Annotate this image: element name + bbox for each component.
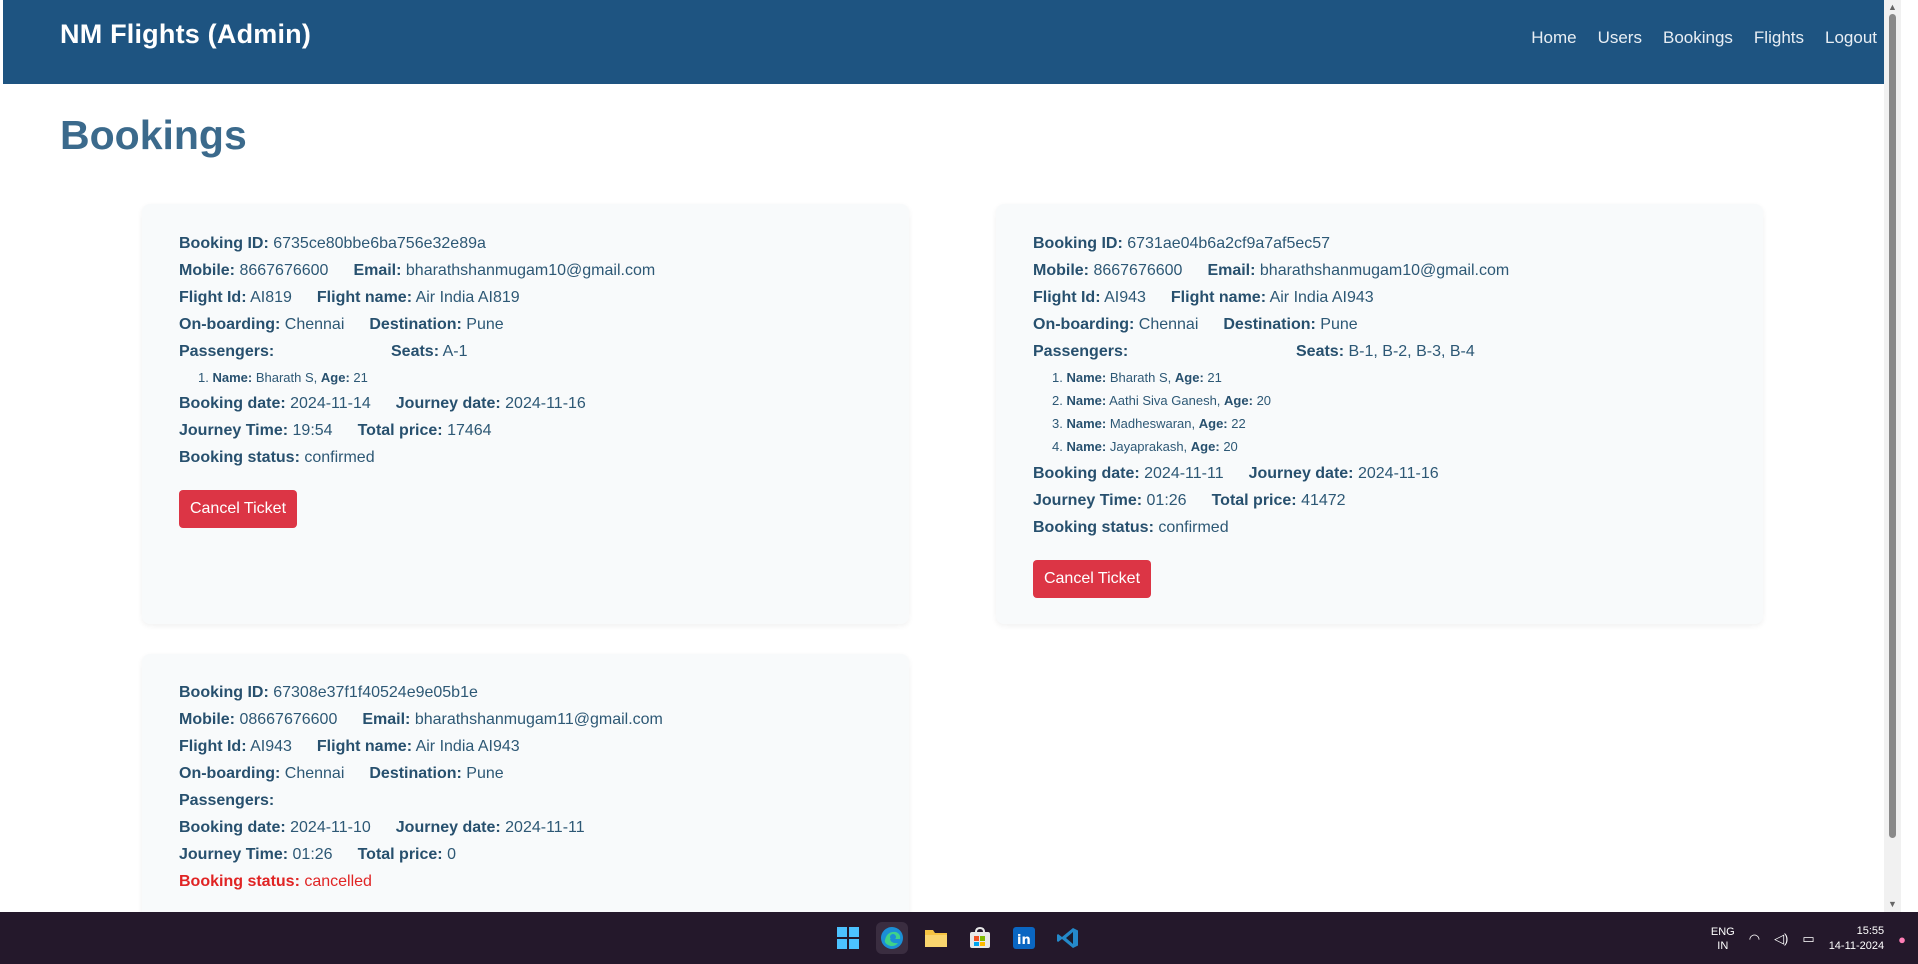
passenger-item: 2. Name: Aathi Siva Ganesh, Age: 20	[1052, 393, 1272, 408]
page-title: Bookings	[60, 112, 247, 158]
linkedin-icon[interactable]: in	[1008, 922, 1040, 954]
windows-start-icon[interactable]	[832, 922, 864, 954]
svg-text:in: in	[1017, 933, 1031, 948]
nav-bookings[interactable]: Bookings	[1663, 28, 1733, 48]
status-row: Booking status: confirmed	[1033, 519, 1229, 536]
nav-logout[interactable]: Logout	[1825, 28, 1877, 48]
taskbar-apps: in	[832, 922, 1084, 954]
passengers-row: Passengers:	[179, 792, 275, 809]
flight-row: Flight Id: AI943 Flight name: Air India A…	[1033, 289, 1374, 306]
booking-id-row: Booking ID: 67308e37f1f40524e9e05b1e	[179, 684, 478, 701]
contact-row: Mobile: 08667676600 Email: bharathshanmug…	[179, 711, 663, 728]
notification-bell-icon[interactable]: ●	[1898, 932, 1906, 947]
cancel-ticket-button[interactable]: Cancel Ticket	[1033, 560, 1151, 598]
seats-row: Seats: B-1, B-2, B-3, B-4	[1296, 343, 1475, 360]
time-price-row: Journey Time: 01:26 Total price: 41472	[1033, 492, 1346, 509]
brand-title[interactable]: NM Flights (Admin)	[60, 19, 311, 50]
windows-taskbar: in ENG IN ◠ ◁) ▭ 15:55 14-11-2024 ●	[0, 912, 1918, 964]
nav-home[interactable]: Home	[1531, 28, 1576, 48]
contact-row: Mobile: 8667676600 Email: bharathshanmuga…	[179, 262, 656, 279]
file-explorer-icon[interactable]	[920, 922, 952, 954]
scroll-up-arrow-icon[interactable]: ▲	[1887, 2, 1898, 13]
contact-row: Mobile: 8667676600 Email: bharathshanmuga…	[1033, 262, 1510, 279]
system-tray: ENG IN ◠ ◁) ▭ 15:55 14-11-2024 ●	[1711, 924, 1906, 954]
vscode-icon[interactable]	[1052, 922, 1084, 954]
booking-id-row: Booking ID: 6735ce80bbe6ba756e32e89a	[179, 235, 486, 252]
route-row: On-boarding: Chennai Destination: Pune	[1033, 316, 1358, 333]
passenger-item: 1. Name: Bharath S, Age: 21	[1052, 370, 1222, 385]
time-price-row: Journey Time: 19:54 Total price: 17464	[179, 422, 492, 439]
booking-card: Booking ID: 6735ce80bbe6ba756e32e89a Mob…	[142, 204, 909, 624]
booking-card: Booking ID: 6731ae04b6a2cf9a7af5ec57 Mob…	[996, 204, 1763, 624]
vertical-scrollbar[interactable]: ▲ ▼	[1884, 0, 1901, 912]
nav-users[interactable]: Users	[1598, 28, 1642, 48]
seats-row: Seats: A-1	[391, 343, 468, 360]
route-row: On-boarding: Chennai Destination: Pune	[179, 316, 504, 333]
time-price-row: Journey Time: 01:26 Total price: 0	[179, 846, 456, 863]
passengers-row: Passengers:	[1033, 343, 1129, 360]
volume-icon[interactable]: ◁)	[1774, 931, 1788, 947]
language-indicator[interactable]: ENG IN	[1711, 925, 1735, 953]
edge-icon[interactable]	[876, 922, 908, 954]
dates-row: Booking date: 2024-11-14 Journey date: 20…	[179, 395, 586, 412]
passenger-item: 4. Name: Jayaprakash, Age: 20	[1052, 439, 1238, 454]
store-icon[interactable]	[964, 922, 996, 954]
dates-row: Booking date: 2024-11-11 Journey date: 20…	[1033, 465, 1439, 482]
dates-row: Booking date: 2024-11-10 Journey date: 20…	[179, 819, 585, 836]
wifi-icon[interactable]: ◠	[1749, 931, 1760, 947]
passengers-row: Passengers:	[179, 343, 275, 360]
passenger-item: 1. Name: Bharath S, Age: 21	[198, 370, 368, 385]
battery-icon[interactable]: ▭	[1802, 931, 1814, 947]
status-row: Booking status: confirmed	[179, 449, 375, 466]
route-row: On-boarding: Chennai Destination: Pune	[179, 765, 504, 782]
passenger-item: 3. Name: Madheswaran, Age: 22	[1052, 416, 1246, 431]
status-row: Booking status: cancelled	[179, 873, 372, 890]
flight-row: Flight Id: AI819 Flight name: Air India A…	[179, 289, 520, 306]
navbar: NM Flights (Admin) Home Users Bookings F…	[3, 0, 1901, 84]
booking-id-row: Booking ID: 6731ae04b6a2cf9a7af5ec57	[1033, 235, 1331, 252]
flight-row: Flight Id: AI943 Flight name: Air India A…	[179, 738, 520, 755]
browser-viewport: NM Flights (Admin) Home Users Bookings F…	[3, 0, 1901, 912]
nav-links: Home Users Bookings Flights Logout	[1531, 28, 1877, 48]
cancel-ticket-button[interactable]: Cancel Ticket	[179, 490, 297, 528]
scroll-down-arrow-icon[interactable]: ▼	[1887, 899, 1898, 910]
booking-card: Booking ID: 67308e37f1f40524e9e05b1e Mob…	[142, 654, 909, 912]
clock[interactable]: 15:55 14-11-2024	[1829, 924, 1884, 954]
nav-flights[interactable]: Flights	[1754, 28, 1804, 48]
scroll-thumb[interactable]	[1889, 14, 1896, 838]
